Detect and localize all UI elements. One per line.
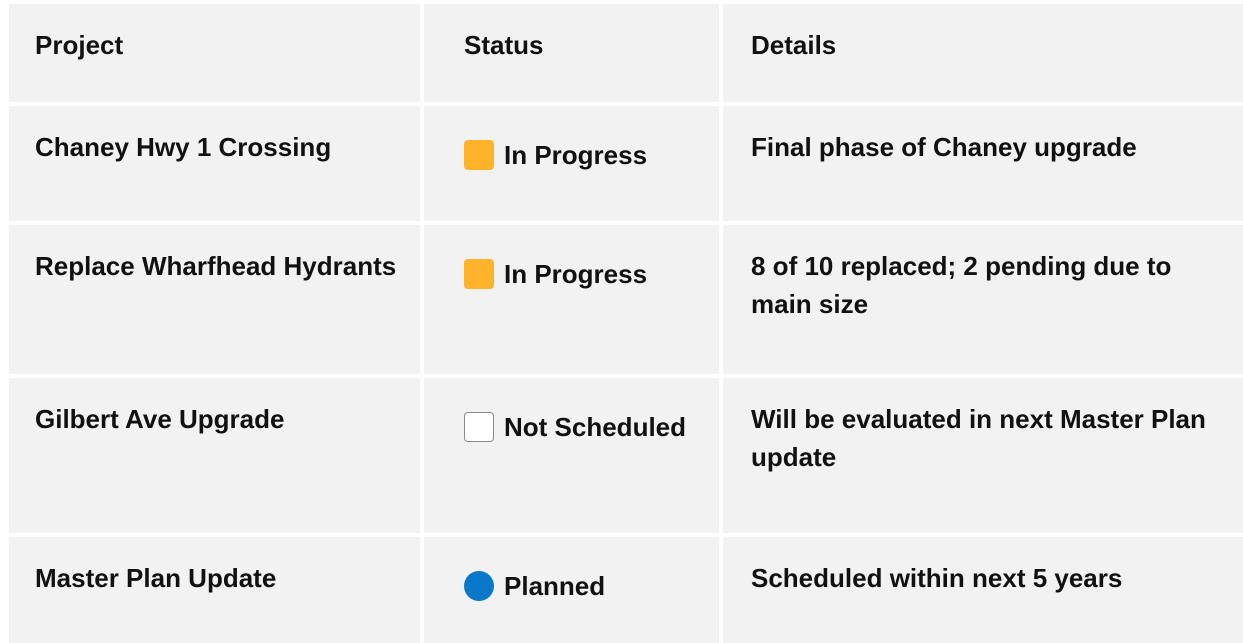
header-status: Status bbox=[424, 4, 719, 102]
orange-square-icon bbox=[464, 140, 494, 170]
project-cell: Replace Wharfhead Hydrants bbox=[9, 225, 420, 374]
details-cell: 8 of 10 replaced; 2 pending due to main … bbox=[723, 225, 1243, 374]
details-cell: Will be evaluated in next Master Plan up… bbox=[723, 378, 1243, 533]
details-cell: Scheduled within next 5 years bbox=[723, 537, 1243, 643]
empty-square-icon bbox=[464, 412, 494, 442]
status-cell: In Progress bbox=[424, 225, 719, 374]
orange-square-icon bbox=[464, 259, 494, 289]
blue-circle-icon bbox=[464, 571, 494, 601]
status-label: Not Scheduled bbox=[504, 412, 687, 442]
status-label: In Progress bbox=[504, 140, 648, 170]
details-cell: Final phase of Chaney upgrade bbox=[723, 106, 1243, 221]
project-cell: Chaney Hwy 1 Crossing bbox=[9, 106, 420, 221]
status-cell: In Progress bbox=[424, 106, 719, 221]
status-label: Planned bbox=[504, 571, 606, 601]
header-details: Details bbox=[723, 4, 1243, 102]
header-project: Project bbox=[9, 4, 420, 102]
project-cell: Master Plan Update bbox=[9, 537, 420, 643]
status-cell: Not Scheduled bbox=[424, 378, 719, 533]
project-cell: Gilbert Ave Upgrade bbox=[9, 378, 420, 533]
status-cell: Planned bbox=[424, 537, 719, 643]
project-status-table: Project Status Details Chaney Hwy 1 Cros… bbox=[9, 4, 1243, 643]
status-label: In Progress bbox=[504, 259, 648, 289]
